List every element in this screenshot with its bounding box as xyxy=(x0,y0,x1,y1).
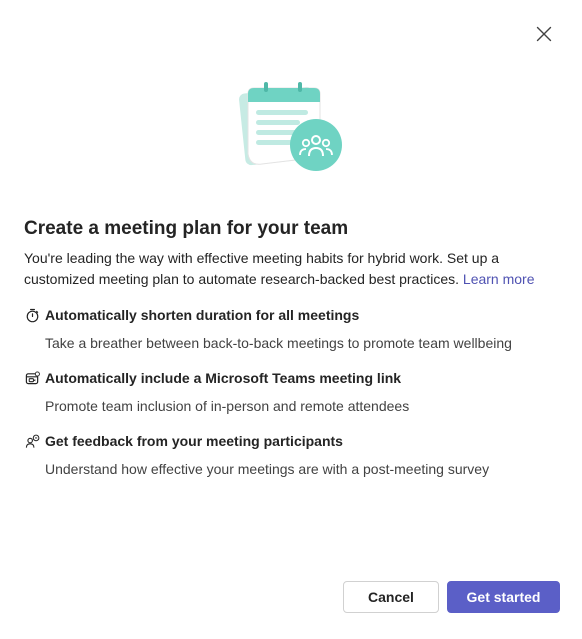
meeting-plan-illustration xyxy=(239,82,342,171)
feature-teams-link: Automatically include a Microsoft Teams … xyxy=(24,368,564,414)
dialog-description: You're leading the way with effective me… xyxy=(24,248,554,290)
get-started-button[interactable]: Get started xyxy=(447,581,560,613)
dialog-title: Create a meeting plan for your team xyxy=(24,218,349,239)
feature-description: Understand how effective your meetings a… xyxy=(45,461,490,477)
feature-title: Automatically include a Microsoft Teams … xyxy=(45,370,402,386)
teams-meeting-icon xyxy=(24,370,40,386)
feature-shorten-duration: Automatically shorten duration for all m… xyxy=(24,305,564,351)
close-button[interactable] xyxy=(531,21,557,47)
feature-description: Promote team inclusion of in-person and … xyxy=(45,398,410,414)
cancel-button[interactable]: Cancel xyxy=(343,581,439,613)
feature-title: Automatically shorten duration for all m… xyxy=(45,307,360,323)
feature-feedback: Get feedback from your meeting participa… xyxy=(24,431,564,477)
feature-description: Take a breather between back-to-back mee… xyxy=(45,335,512,351)
close-icon xyxy=(536,26,552,42)
learn-more-link[interactable]: Learn more xyxy=(463,271,535,287)
feature-title: Get feedback from your meeting participa… xyxy=(45,433,343,449)
feedback-people-icon xyxy=(24,433,40,449)
description-text: You're leading the way with effective me… xyxy=(24,250,500,287)
timer-icon xyxy=(24,307,40,323)
